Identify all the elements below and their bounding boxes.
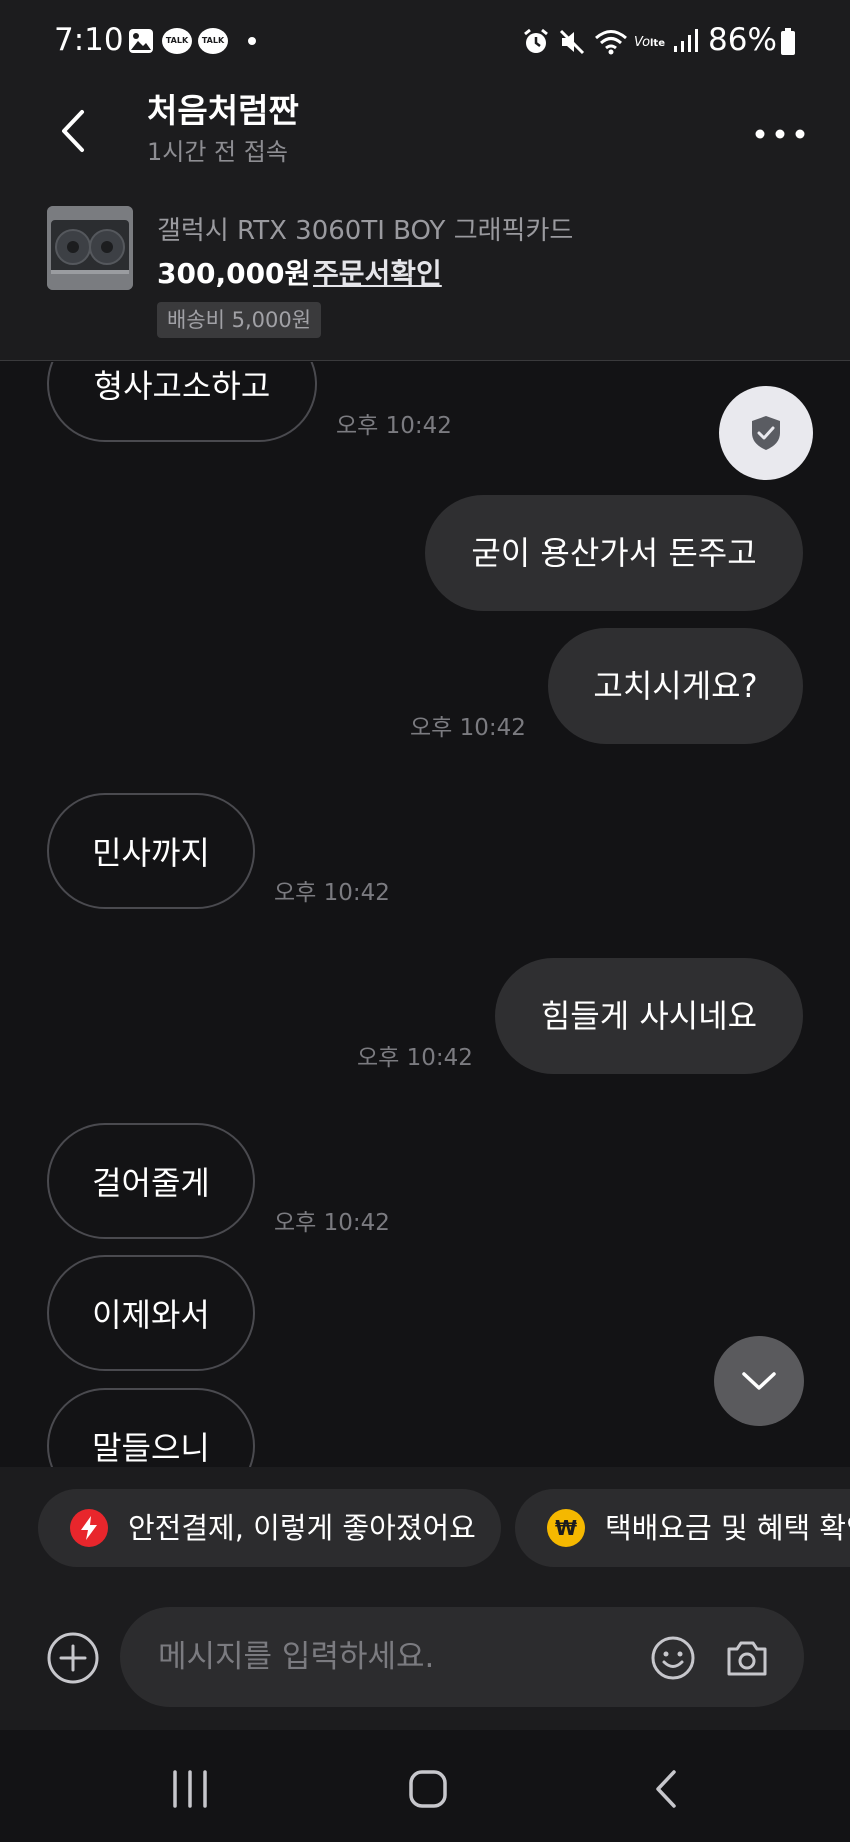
talk-icon: TALK — [162, 28, 192, 54]
talk-icon: TALK — [198, 28, 228, 54]
gpu-image-icon — [47, 206, 133, 290]
chevron-down-icon — [742, 1372, 776, 1390]
message-bubble-received[interactable]: 이제와서 — [47, 1255, 255, 1371]
chip-label: 안전결제, 이렇게 좋아졌어요 — [128, 1511, 476, 1545]
nav-back-icon[interactable] — [643, 1764, 693, 1814]
message-time: 오후 10:42 — [357, 1045, 473, 1071]
smiley-icon[interactable] — [650, 1635, 696, 1681]
message-time: 오후 10:42 — [410, 715, 526, 741]
status-bar: 7:10 TALK TALK Vo lte 86% — [0, 0, 850, 84]
won-coin-icon: ₩ — [547, 1509, 585, 1547]
more-dots-icon[interactable] — [750, 114, 810, 154]
chevron-left-icon[interactable] — [50, 96, 100, 166]
plus-circle-icon[interactable] — [46, 1631, 100, 1685]
product-name: 갤럭시 RTX 3060TI BOY 그래픽카드 — [157, 216, 574, 246]
wifi-icon — [595, 30, 627, 55]
message-time: 오후 10:42 — [274, 880, 390, 906]
message-bubble-received[interactable]: 말들으니 — [47, 1388, 255, 1467]
svg-text:lte: lte — [650, 38, 665, 49]
recents-icon[interactable] — [165, 1764, 215, 1814]
message-input[interactable] — [158, 1607, 618, 1707]
message-bubble-received[interactable]: 민사까지 — [47, 793, 255, 909]
product-thumbnail[interactable] — [47, 206, 133, 290]
message-time: 오후 10:42 — [274, 1210, 390, 1236]
alarm-icon — [524, 28, 548, 53]
signal-icon — [674, 29, 698, 52]
message-bubble-sent[interactable]: 힘들게 사시네요 — [495, 958, 803, 1074]
message-list[interactable]: 형사고소하고 오후 10:42 굳이 용산가서 돈주고 고치시게요? 오후 10… — [0, 362, 850, 1467]
battery-icon — [781, 28, 795, 55]
shipping-fee-badge: 배송비 5,000원 — [157, 302, 322, 338]
product-price: 300,000원 — [157, 257, 311, 290]
chat-header: 처음처럼짠 1시간 전 접속 — [0, 84, 850, 186]
volte-icon: Vo lte — [634, 35, 665, 50]
message-input-container[interactable] — [120, 1607, 804, 1707]
safety-shield-button[interactable] — [719, 386, 813, 480]
mute-icon — [559, 29, 585, 55]
svg-text:₩: ₩ — [555, 1516, 577, 1540]
message-input-bar — [0, 1567, 850, 1730]
chat-partner-name: 처음처럼짠 — [147, 91, 299, 130]
last-seen: 1시간 전 접속 — [147, 138, 288, 166]
order-confirm-link[interactable]: 주문서확인 — [313, 252, 442, 292]
dot-icon — [248, 37, 256, 45]
message-bubble-sent[interactable]: 고치시게요? — [548, 628, 803, 744]
lightning-icon — [70, 1509, 108, 1547]
chip-safe-payment[interactable]: 안전결제, 이렇게 좋아졌어요 — [38, 1489, 501, 1567]
svg-text:Vo: Vo — [634, 35, 650, 50]
quick-chips-bar[interactable]: 안전결제, 이렇게 좋아졌어요 ₩ 택배요금 및 혜택 확인 — [0, 1467, 850, 1567]
message-bubble-received[interactable]: 형사고소하고 — [47, 362, 317, 442]
message-bubble-sent[interactable]: 굳이 용산가서 돈주고 — [425, 495, 803, 611]
shield-check-icon — [752, 416, 780, 450]
battery-percent: 86% — [708, 22, 777, 58]
chip-label: 택배요금 및 혜택 확인 — [605, 1511, 850, 1545]
message-bubble-received[interactable]: 걸어줄게 — [47, 1123, 255, 1239]
scroll-down-button[interactable] — [714, 1336, 804, 1426]
chip-delivery-fee[interactable]: ₩ 택배요금 및 혜택 확인 — [515, 1489, 850, 1567]
message-time: 오후 10:42 — [336, 413, 452, 439]
system-nav-bar — [0, 1730, 850, 1842]
product-card[interactable]: 갤럭시 RTX 3060TI BOY 그래픽카드 300,000원 주문서확인 … — [0, 186, 850, 361]
status-time: 7:10 — [54, 22, 124, 58]
home-icon[interactable] — [403, 1764, 453, 1814]
camera-icon[interactable] — [724, 1635, 770, 1681]
gallery-icon — [129, 29, 153, 53]
